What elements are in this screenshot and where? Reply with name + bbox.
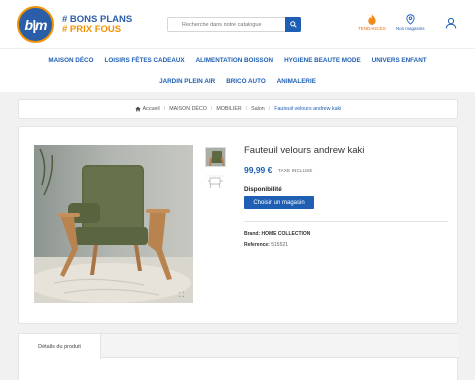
divider — [244, 221, 448, 222]
reference-value: 515521 — [271, 242, 288, 248]
tax-note: TAXE INCLUSE — [278, 168, 313, 173]
nav-item-brico[interactable]: BRICO AUTO — [226, 78, 266, 85]
user-icon — [445, 17, 457, 29]
stores-label: Nos magasins — [396, 26, 425, 31]
availability-label: Disponibilité — [244, 186, 282, 193]
main-nav: MAISON DÉCO LOISIRS FÊTES CADEAUX ALIMEN… — [0, 48, 475, 92]
search-button[interactable] — [285, 17, 301, 32]
reference-label: Reference: — [244, 242, 270, 248]
stores-link[interactable]: Nos magasins — [396, 14, 425, 31]
breadcrumb-current: Fauteuil velours andrew kaki — [274, 106, 342, 112]
breadcrumb-mobilier[interactable]: MOBILIER — [216, 106, 241, 112]
breadcrumb-home[interactable]: Accueil — [143, 106, 160, 112]
nav-row-1: MAISON DÉCO LOISIRS FÊTES CADEAUX ALIMEN… — [0, 57, 475, 64]
choose-store-button[interactable]: Choisir un magasin — [244, 196, 314, 209]
nav-item-maison-deco[interactable]: MAISON DÉCO — [48, 57, 93, 64]
tendances-link[interactable]: TENDANCES — [358, 14, 386, 31]
breadcrumb-separator: / — [163, 106, 166, 112]
account-button[interactable] — [445, 17, 457, 29]
site-header: b|m # BONS PLANS # PRIX FOUS TENDANCES N… — [0, 0, 475, 48]
nav-item-univers-enfant[interactable]: Univers Enfant — [372, 57, 427, 64]
thumbnail-1[interactable] — [205, 147, 226, 167]
breadcrumb-separator: / — [268, 106, 271, 112]
search-icon — [289, 21, 297, 28]
brand-label: Brand: — [244, 231, 261, 237]
home-icon — [134, 106, 141, 112]
product-card: ⛶ Fauteuil velours andrew kaki 99,99 € T… — [18, 126, 458, 324]
search-box — [167, 17, 301, 32]
nav-row-2: JARDIN PLEIN AIR BRICO AUTO ANIMALERIE — [0, 78, 475, 85]
chair-dimensions-icon — [207, 175, 224, 189]
nav-item-jardin[interactable]: JARDIN PLEIN AIR — [159, 78, 215, 85]
thumbnail-1-image — [206, 148, 225, 166]
nav-item-alimentation[interactable]: ALIMENTATION BOISSON — [196, 57, 273, 64]
map-pin-icon — [406, 14, 415, 25]
breadcrumb-separator: / — [210, 106, 213, 112]
product-price: 99,99 € — [244, 165, 273, 175]
nav-item-animalerie[interactable]: ANIMALERIE — [277, 78, 316, 85]
breadcrumb-salon[interactable]: Salon — [251, 106, 265, 112]
product-tabs: Détails du produit — [18, 333, 459, 380]
search-input[interactable] — [168, 18, 284, 31]
zoom-icon[interactable]: ⛶ — [179, 292, 184, 300]
flame-icon — [368, 14, 376, 25]
reference-row: Reference: 515521 — [244, 242, 288, 248]
thumbnail-2[interactable] — [206, 175, 226, 189]
nav-item-hygiene[interactable]: HYGIENE BEAUTE MODE — [284, 57, 361, 64]
armchair-photo — [34, 145, 193, 303]
slogan-line2: # PRIX FOUS — [62, 24, 122, 35]
brand-value[interactable]: HOME COLLECTION — [262, 231, 311, 237]
logo-text: b|m — [24, 16, 48, 33]
brand-logo[interactable]: b|m — [17, 6, 54, 43]
brand-row: Brand: HOME COLLECTION — [244, 231, 310, 237]
product-main-image[interactable] — [34, 145, 193, 303]
tab-product-details[interactable]: Détails du produit — [19, 334, 101, 359]
product-title: Fauteuil velours andrew kaki — [244, 145, 365, 156]
breadcrumb: Accueil / MAISON DÉCO / MOBILIER / Salon… — [18, 99, 458, 119]
nav-item-loisirs[interactable]: LOISIRS FÊTES CADEAUX — [105, 57, 185, 64]
breadcrumb-maison-deco[interactable]: MAISON DÉCO — [169, 106, 207, 112]
tendances-label: TENDANCES — [358, 26, 386, 31]
slogan: # BONS PLANS # PRIX FOUS — [62, 15, 132, 35]
breadcrumb-separator: / — [245, 106, 248, 112]
